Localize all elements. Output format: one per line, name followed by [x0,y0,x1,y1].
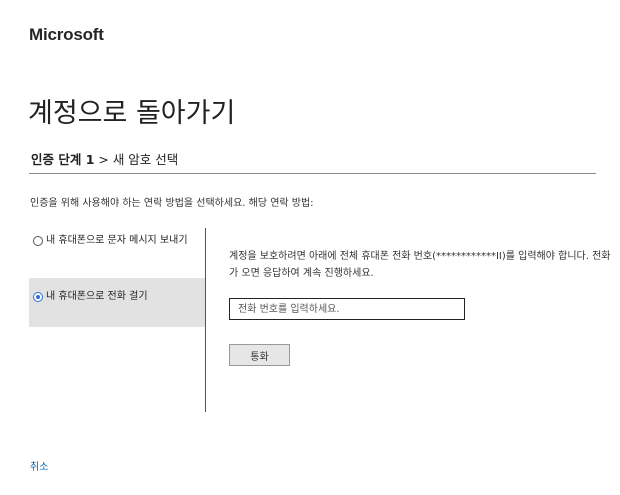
page-title: 계정으로 돌아가기 [28,98,236,129]
phone-number-input[interactable] [229,298,465,320]
current-step-label: 인증 단계 1 [31,152,95,167]
method-option-sms[interactable]: 내 휴대폰으로 문자 메시지 보내기 [29,228,205,278]
cancel-link[interactable]: 취소 [30,458,48,473]
sms-radio[interactable] [33,236,43,246]
call-radio[interactable] [33,292,43,302]
sms-option-label: 내 휴대폰으로 문자 메시지 보내기 [46,235,188,246]
vertical-divider [205,228,206,412]
header-divider [29,173,596,174]
call-button[interactable]: 통화 [229,344,290,366]
breadcrumb-separator: > [94,152,113,167]
instruction-text: 인증을 위해 사용해야 하는 연락 방법을 선택하세요. 해당 연락 방법: [30,198,314,209]
contact-method-list: 내 휴대폰으로 문자 메시지 보내기 내 휴대폰으로 전화 걸기 [29,228,205,327]
next-step-label: 새 암호 선택 [112,152,179,167]
call-option-label: 내 휴대폰으로 전화 걸기 [46,291,148,302]
breadcrumb: 인증 단계 1 > 새 암호 선택 [31,149,178,168]
method-option-call[interactable]: 내 휴대폰으로 전화 걸기 [29,278,205,327]
verification-description: 계정을 보호하려면 아래에 전체 휴대폰 전화 번호(************I… [229,251,611,279]
microsoft-logo: Microsoft [29,25,104,44]
